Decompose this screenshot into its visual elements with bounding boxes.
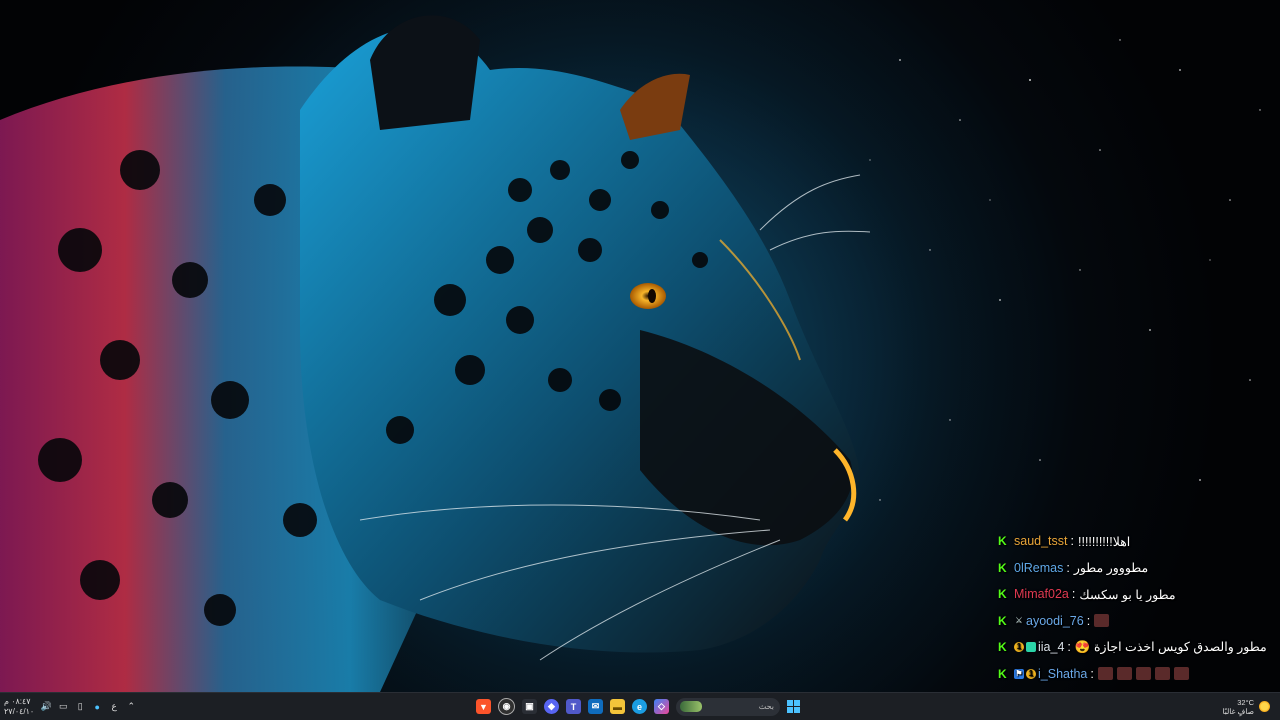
moderator-badge-icon: ⚑ [1014, 668, 1024, 679]
network-icon[interactable]: ▭ [58, 701, 68, 712]
chat-username: iia_4 [1038, 640, 1065, 655]
search-placeholder: بحث [758, 702, 774, 711]
chat-emote-icon [1154, 667, 1170, 681]
weather-temp: 32°C [1237, 697, 1254, 707]
weather-widget[interactable]: 32°C صافٍ غالبًا [1222, 693, 1270, 720]
subscriber-badge-icon: 1 [1026, 668, 1036, 679]
volume-icon[interactable]: 🔊 [41, 701, 52, 712]
chat-separator: : [1086, 613, 1091, 628]
subscriber-badge-icon: 1 [1014, 642, 1024, 653]
chevron-up-icon[interactable]: ⌃ [126, 701, 136, 712]
sword-badge-icon: ⚔ [1015, 615, 1023, 625]
clock-time: ٠٨:٤٧ م [4, 696, 31, 706]
clock-date: ٢٧/٠٤/١٠ [4, 706, 35, 716]
kick-logo-icon: K [998, 640, 1007, 655]
system-tray: ٠٨:٤٧ م ٢٧/٠٤/١٠ 🔊 ▭ ▯ ● ع ⌃ [4, 693, 136, 720]
chat-emote-icon [1097, 667, 1113, 681]
chat-username: i_Shatha [1038, 666, 1088, 681]
chat-username: saud_tsst [1014, 534, 1068, 549]
chat-message: K 0lRemas : مطووور مطور [998, 555, 1268, 582]
obs-icon[interactable]: ◉ [498, 698, 515, 715]
weather-text: 32°C صافٍ غالبًا [1222, 698, 1254, 716]
teams-icon[interactable]: T [566, 699, 581, 714]
chat-separator: : [1090, 666, 1094, 681]
chat-username: ayoodi_76 [1026, 613, 1084, 628]
brave-browser-icon[interactable]: ▼ [476, 699, 491, 714]
search-highlight-image [680, 701, 702, 712]
chat-username: Mimaf02a [1014, 587, 1069, 602]
kick-logo-icon: K [998, 534, 1007, 549]
chat-text: !!!!!!!!!!اهلا [1078, 534, 1131, 549]
battery-icon[interactable]: ▯ [75, 701, 85, 712]
kick-logo-icon: K [998, 613, 1007, 628]
chat-emote-icon [1116, 667, 1132, 681]
chat-separator: : [1070, 534, 1074, 549]
edge-icon[interactable]: e [632, 699, 647, 714]
outlook-icon[interactable]: ✉ [588, 699, 603, 714]
taskbar-apps: ▼ ◉ ▣ ◆ T ✉ ▬ e ◇ بحث [476, 693, 800, 720]
taskbar-search[interactable]: بحث [676, 697, 780, 716]
chat-message: K saud_tsst : !!!!!!!!!!اهلا [998, 528, 1268, 555]
tier-badge-icon [1026, 642, 1036, 653]
taskbar: ٠٨:٤٧ م ٢٧/٠٤/١٠ 🔊 ▭ ▯ ● ع ⌃ ▼ ◉ ▣ ◆ T ✉… [0, 692, 1280, 720]
start-windows-icon[interactable] [787, 700, 800, 713]
desktop: K saud_tsst : !!!!!!!!!!اهلا K 0lRemas :… [0, 0, 1280, 720]
chat-text: مطور يا بو سكسك [1079, 587, 1176, 602]
sun-icon [1259, 701, 1270, 712]
weather-desc: صافٍ غالبًا [1222, 706, 1254, 716]
kick-logo-icon: K [998, 666, 1007, 681]
chat-text: 😍 مطور والصدق كويس اخذت اجازة [1074, 640, 1267, 655]
chat-emote-icon [1135, 667, 1151, 681]
chat-message: K ⚑ 1 i_Shatha : [998, 661, 1268, 688]
chat-message: K 1 iia_4 : 😍 مطور والصدق كويس اخذت اجاز… [998, 634, 1268, 661]
chat-separator: : [1066, 560, 1070, 575]
file-explorer-icon[interactable]: ▬ [610, 699, 625, 714]
clock[interactable]: ٠٨:٤٧ م ٢٧/٠٤/١٠ [4, 697, 34, 717]
chat-message: K Mimaf02a : مطور يا بو سكسك [998, 581, 1268, 608]
chat-emote-icon [1173, 667, 1189, 681]
chat-emote-icon [1094, 614, 1110, 628]
chat-separator: : [1067, 640, 1071, 655]
chat-app-icon[interactable]: ▣ [522, 699, 537, 714]
chat-overlay: K saud_tsst : !!!!!!!!!!اهلا K 0lRemas :… [998, 528, 1268, 687]
chat-separator: : [1071, 587, 1076, 602]
microphone-icon[interactable]: ● [92, 702, 102, 712]
language-indicator[interactable]: ع [109, 701, 119, 712]
copilot-icon[interactable]: ◇ [654, 699, 669, 714]
discord-icon[interactable]: ◆ [544, 699, 559, 714]
chat-text: مطووور مطور [1073, 561, 1149, 576]
kick-logo-icon: K [998, 587, 1007, 602]
chat-message: K ⚔ ayoodi_76 : [998, 608, 1268, 635]
chat-username: 0lRemas [1014, 560, 1064, 575]
kick-logo-icon: K [998, 560, 1007, 575]
